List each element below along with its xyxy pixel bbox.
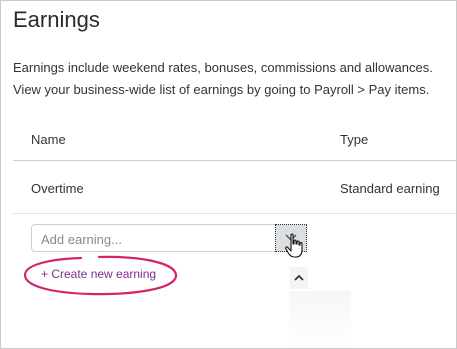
hand-cursor-icon [285,233,303,258]
create-new-earning-link[interactable]: + Create new earning [41,267,156,281]
description-line-2: View your business-wide list of earnings… [13,82,430,97]
earnings-panel: Earnings Earnings include weekend rates,… [0,0,457,349]
add-earning-placeholder: Add earning... [41,232,122,247]
column-header-type: Type [340,132,369,147]
chevron-up-icon [294,274,304,281]
row-divider [13,213,456,214]
table-row-type-cell: Standard earning [340,181,440,196]
scroll-up-button[interactable] [290,267,308,289]
description-line-1: Earnings include weekend rates, bonuses,… [13,60,433,75]
table-row-name-cell: Overtime [31,181,84,196]
column-header-name: Name [31,132,66,147]
header-divider [13,160,456,161]
page-title: Earnings [13,7,100,32]
dropdown-list-area [289,291,351,348]
add-earning-combobox[interactable]: Add earning... [31,224,307,252]
